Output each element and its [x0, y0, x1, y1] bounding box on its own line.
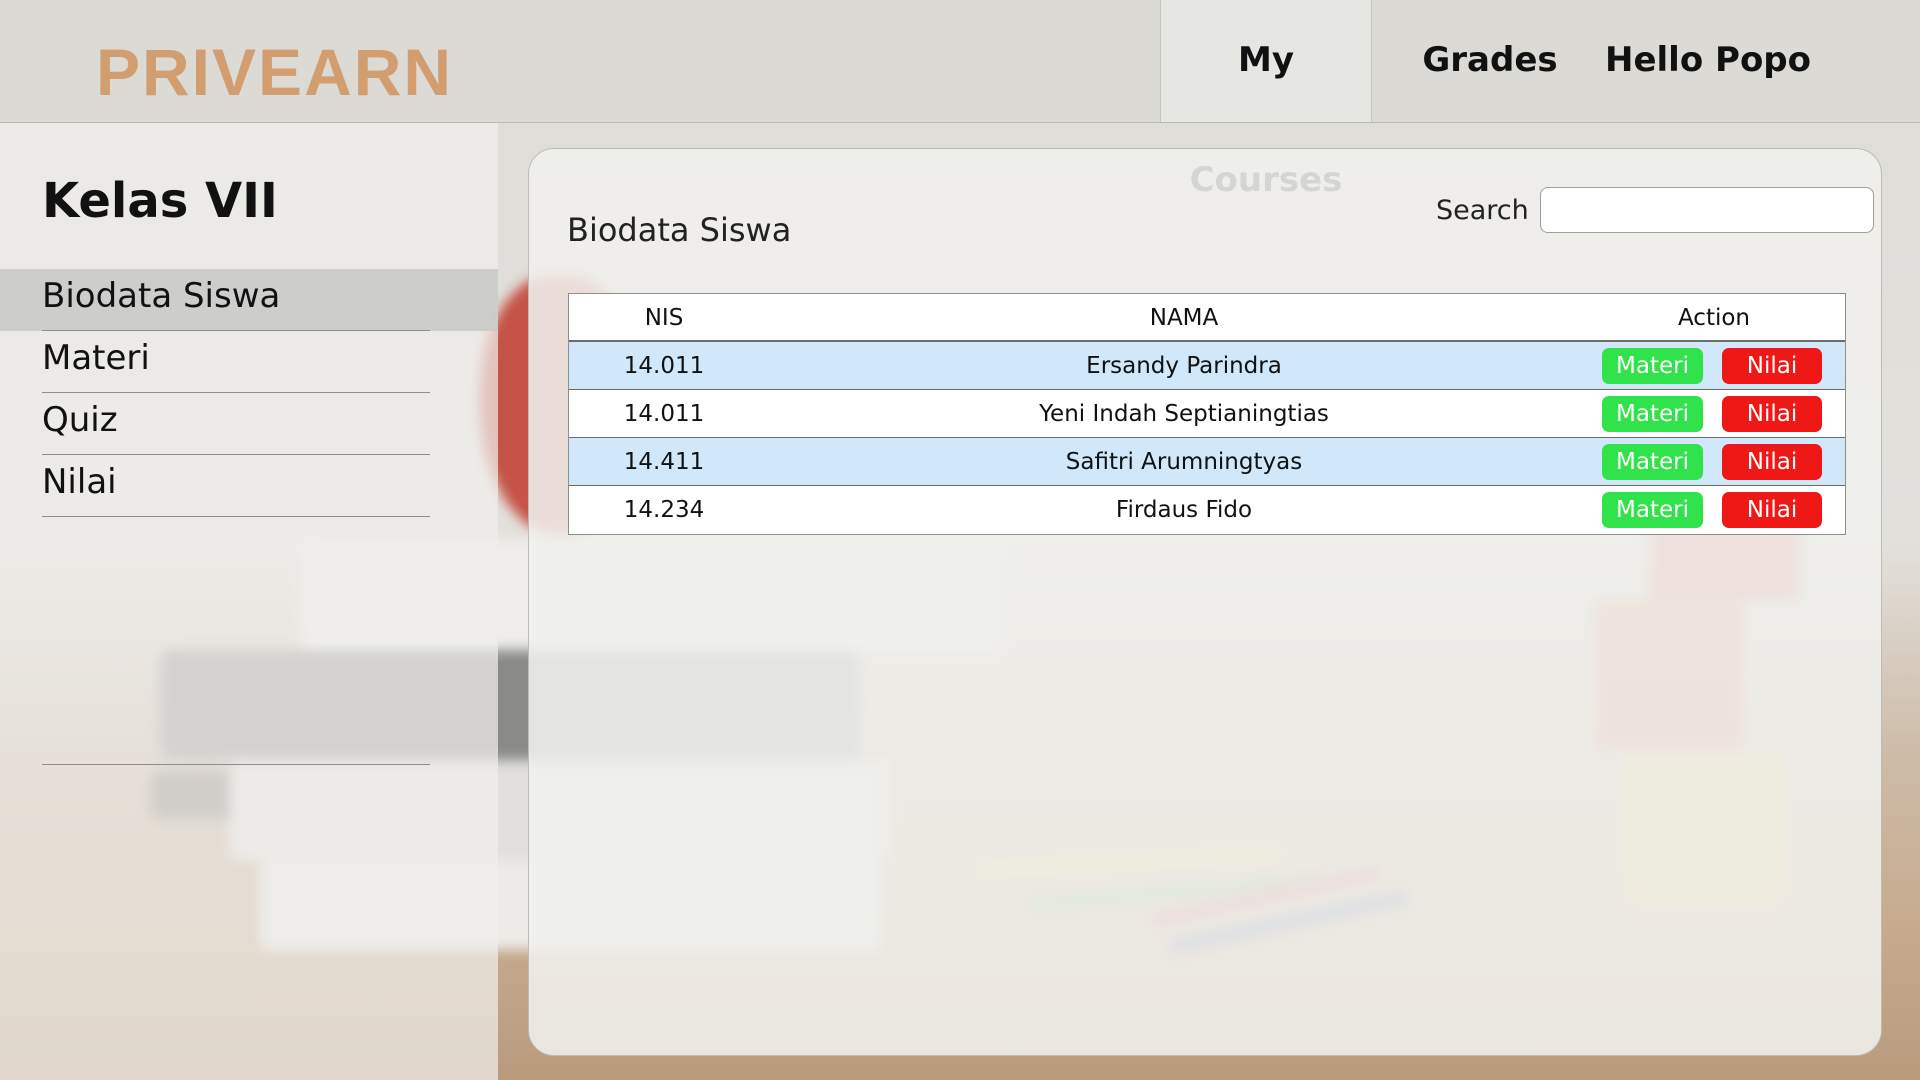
nis-cell: 14.234 [623, 497, 705, 523]
sidebar-title: Kelas VII [42, 173, 278, 229]
nilai-button[interactable]: Nilai [1722, 444, 1822, 480]
nilai-button[interactable]: Nilai [1722, 396, 1822, 432]
nama-cell: Ersandy Parindra [1086, 353, 1282, 379]
student-table: NIS NAMA Action 14.011 Ersandy Parindra … [568, 293, 1846, 535]
materi-button[interactable]: Materi [1602, 444, 1703, 480]
nav-my-courses[interactable]: My Courses [1160, 0, 1372, 200]
nilai-button[interactable]: Nilai [1722, 492, 1822, 528]
app-logo[interactable]: PRIVEARN [96, 34, 453, 110]
sidebar-divider [42, 764, 430, 765]
table-row: 14.011 Ersandy Parindra Materi Nilai [569, 342, 1845, 390]
nis-cell: 14.011 [623, 353, 705, 379]
top-navbar: PRIVEARN My Courses Grades Hello Popo [0, 0, 1920, 200]
column-header-action: Action [1677, 305, 1751, 331]
materi-button[interactable]: Materi [1602, 348, 1703, 384]
nis-cell: 14.011 [623, 401, 705, 427]
nav-user-greeting[interactable]: Hello Popo [1600, 0, 1816, 122]
nama-cell: Firdaus Fido [1115, 497, 1253, 523]
content-panel: Biodata Siswa Search : NIS NAMA Action 1… [528, 148, 1882, 1056]
column-header-nis: NIS [644, 305, 684, 331]
table-row: 14.411 Safitri Arumningtyas Materi Nilai [569, 438, 1845, 486]
sidebar-item-quiz[interactable]: Quiz [0, 393, 498, 455]
materi-button[interactable]: Materi [1602, 396, 1703, 432]
sidebar-item-biodata-siswa[interactable]: Biodata Siswa [0, 269, 498, 331]
nilai-button[interactable]: Nilai [1722, 348, 1822, 384]
sidebar-menu: Biodata Siswa Materi Quiz Nilai [0, 269, 498, 517]
search-input[interactable] [1540, 187, 1874, 233]
nav-grades[interactable]: Grades [1410, 0, 1570, 122]
materi-button[interactable]: Materi [1602, 492, 1703, 528]
column-header-nama: NAMA [1149, 305, 1219, 331]
nis-cell: 14.411 [623, 449, 705, 475]
table-row: 14.011 Yeni Indah Septianingtias Materi … [569, 390, 1845, 438]
page-title: Biodata Siswa [567, 211, 792, 249]
table-header-row: NIS NAMA Action [569, 294, 1845, 342]
nama-cell: Safitri Arumningtyas [1065, 449, 1303, 475]
sidebar-item-nilai[interactable]: Nilai [0, 455, 498, 517]
sidebar-item-materi[interactable]: Materi [0, 331, 498, 393]
search-label: Search : [1436, 195, 1547, 226]
nama-cell: Yeni Indah Septianingtias [1039, 401, 1329, 427]
table-row: 14.234 Firdaus Fido Materi Nilai [569, 486, 1845, 534]
sidebar: Kelas VII Biodata Siswa Materi Quiz Nila… [0, 123, 498, 1080]
